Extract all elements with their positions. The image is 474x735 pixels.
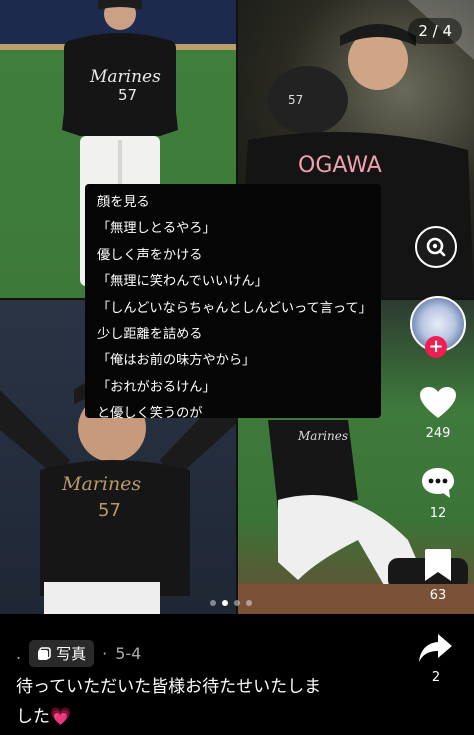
carousel-dot[interactable] xyxy=(234,600,240,606)
post-date: 5-4 xyxy=(115,644,142,663)
meta-dot: . xyxy=(16,644,22,663)
photo-mode-label: 写真 xyxy=(56,645,87,663)
caption-text: した xyxy=(16,707,50,727)
lyric-line: 少し距離を詰める xyxy=(97,327,203,343)
post-info-panel: . 写真 · 5-4 待っていただいた皆様お待たせいたしま した💗 xyxy=(0,614,474,735)
bookmark-icon xyxy=(425,549,451,581)
like-count: 249 xyxy=(425,426,451,441)
lyric-line: 優しく声をかける xyxy=(97,247,203,263)
carousel-dot[interactable] xyxy=(246,600,252,606)
visual-search-button[interactable] xyxy=(415,226,457,268)
photo-mode-badge[interactable]: 写真 xyxy=(29,640,95,667)
svg-text:57: 57 xyxy=(98,500,121,521)
carousel-dot[interactable] xyxy=(210,600,216,606)
lyric-line: 「しんどいならちゃんとしんどいって言って」 xyxy=(97,300,372,316)
comment-count: 12 xyxy=(429,506,447,521)
lyrics-overlay: 顔を見る 「無理しとるやろ」 優しく声をかける 「無理に笑わんでいいけん」 「し… xyxy=(85,184,381,421)
svg-text:Marines: Marines xyxy=(297,429,348,443)
svg-text:57: 57 xyxy=(288,93,303,107)
svg-text:57: 57 xyxy=(118,86,137,104)
meta-separator: · xyxy=(102,644,108,663)
lyric-line: 「俺はお前の味方やから」 xyxy=(97,353,256,369)
pink-heart-emoji: 💗 xyxy=(50,707,72,727)
carousel-dot-active[interactable] xyxy=(222,600,228,606)
page-counter: 2 / 4 xyxy=(408,18,462,44)
photo-stack-icon xyxy=(38,646,51,660)
save-count: 63 xyxy=(429,588,447,603)
share-count: 2 xyxy=(431,670,441,685)
lyric-line: 顔を見る xyxy=(97,195,150,210)
visual-search-icon xyxy=(426,237,446,257)
caption-line-2: した💗 xyxy=(16,702,376,732)
share-arrow-icon xyxy=(419,634,452,662)
share-button[interactable]: 2 xyxy=(412,632,460,685)
lyric-line: と優しく笑うのが xyxy=(97,406,203,422)
follow-plus-button[interactable]: + xyxy=(425,336,447,358)
heart-icon xyxy=(420,387,456,418)
caption-line: 待っていただいた皆様お待たせいたしま xyxy=(16,677,322,697)
post-meta-row: . 写真 · 5-4 xyxy=(16,640,141,667)
lyric-line: 「無理しとるやろ」 xyxy=(97,221,216,237)
svg-text:Marines: Marines xyxy=(61,473,141,495)
svg-text:OGAWA: OGAWA xyxy=(298,153,382,178)
lyric-line: 「無理に笑わんでいいけん」 xyxy=(97,274,268,290)
comment-bubble-icon xyxy=(422,468,454,498)
like-button[interactable]: 249 xyxy=(408,386,468,441)
lyric-line: 「おれがおるけん」 xyxy=(97,379,216,395)
comment-button[interactable]: 12 xyxy=(408,466,468,521)
carousel-dots xyxy=(210,600,252,606)
save-button[interactable]: 63 xyxy=(408,548,468,603)
svg-text:Marines: Marines xyxy=(89,67,161,87)
post-caption[interactable]: 待っていただいた皆様お待たせいたしま した💗 xyxy=(16,672,376,732)
